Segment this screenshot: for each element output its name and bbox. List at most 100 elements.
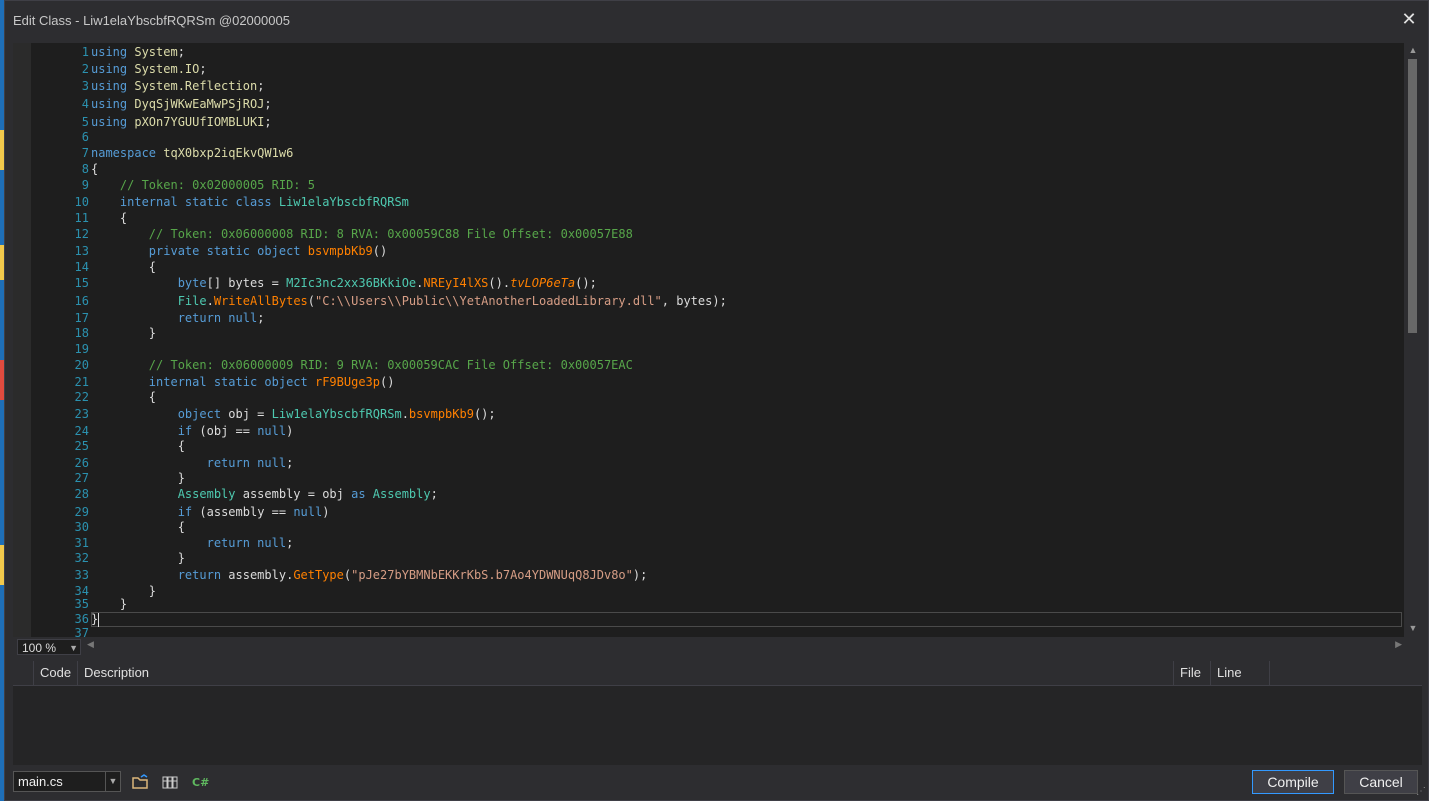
compile-button[interactable]: Compile <box>1252 770 1334 794</box>
code-line[interactable]: using System.Reflection; <box>91 78 264 95</box>
resize-grip-icon[interactable]: ⋰ <box>1416 786 1426 797</box>
line-number: 28 <box>74 487 89 501</box>
line-number: 1 <box>81 45 89 59</box>
code-area[interactable]: using System; using System.IO; using Syste… <box>91 43 1402 637</box>
line-number: 18 <box>74 326 89 340</box>
cancel-button[interactable]: Cancel <box>1344 770 1418 794</box>
code-line[interactable]: using DyqSjWKwEaMwPSjROJ; <box>91 96 272 113</box>
code-token: } <box>91 612 99 626</box>
code-line[interactable]: } <box>91 470 185 487</box>
code-line[interactable]: } <box>91 550 185 567</box>
csharp-icon[interactable]: C# <box>191 773 209 791</box>
code-token: { <box>91 162 99 176</box>
code-token: ; <box>264 115 272 129</box>
editor-status-bar: 100 % ▼ ◀ ▶ <box>13 637 1422 657</box>
code-token: using <box>91 45 135 59</box>
code-line[interactable]: private static object bsvmpbKb9() <box>91 243 387 260</box>
code-line[interactable]: { <box>91 161 98 178</box>
code-line[interactable]: byte[] bytes = M2Ic3nc2xx36BKkiOe.NREyI4… <box>91 275 597 292</box>
code-token: ; <box>177 45 185 59</box>
code-line[interactable]: internal static class Liw1elaYbscbfRQRSm <box>91 194 409 211</box>
code-line[interactable]: { <box>91 259 156 276</box>
code-line[interactable]: using System.IO; <box>91 61 207 78</box>
code-line[interactable]: } <box>91 611 100 628</box>
code-line[interactable]: File.WriteAllBytes("C:\\Users\\Public\\Y… <box>91 293 727 310</box>
code-line[interactable]: Assembly assembly = obj as Assembly; <box>91 486 438 503</box>
code-token: GetType <box>293 568 344 582</box>
code-line[interactable]: using pXOn7YGUUfIOMBLUKI; <box>91 114 272 131</box>
scroll-right-icon[interactable]: ▶ <box>1395 639 1402 650</box>
code-token: Assembly <box>177 487 243 501</box>
code-line[interactable]: { <box>91 438 185 455</box>
code-line[interactable]: using System; <box>91 44 185 61</box>
code-line[interactable]: // Token: 0x06000009 RID: 9 RVA: 0x00059… <box>91 357 633 374</box>
code-token: // Token: 0x06000009 RID: 9 RVA: 0x00059… <box>148 358 633 372</box>
line-number: 23 <box>74 407 89 421</box>
column-code[interactable]: Code <box>33 661 83 685</box>
dialog-footer: main.cs ▼ C# Compile Cancel ⋰ <box>5 767 1428 799</box>
chevron-down-icon: ▼ <box>105 772 120 791</box>
line-number: 13 <box>74 244 89 258</box>
code-line[interactable]: object obj = Liw1elaYbscbfRQRSm.bsvmpbKb… <box>91 406 496 423</box>
code-token: using <box>91 62 135 76</box>
code-token: ) <box>286 424 294 438</box>
chevron-down-icon: ▼ <box>69 643 78 653</box>
code-token: internal static object <box>148 375 315 389</box>
scroll-down-icon[interactable]: ▼ <box>1407 623 1419 633</box>
code-token: assembly. <box>228 568 294 582</box>
column-file[interactable]: File <box>1173 661 1210 685</box>
code-line[interactable]: // Token: 0x02000005 RID: 5 <box>91 177 315 194</box>
close-icon: ✕ <box>1401 9 1417 29</box>
title-bar: Edit Class - Liw1elaYbscbfRQRSm @0200000… <box>5 1 1428 39</box>
code-token: ; <box>199 62 207 76</box>
line-number: 14 <box>74 260 89 274</box>
line-number: 12 <box>74 227 89 241</box>
code-token: [] bytes = <box>206 276 287 290</box>
references-icon[interactable] <box>161 773 179 791</box>
code-token: using <box>91 115 135 129</box>
open-folder-icon[interactable] <box>131 773 149 791</box>
code-line[interactable]: { <box>91 389 156 406</box>
file-select[interactable]: main.cs ▼ <box>13 771 121 792</box>
code-line[interactable]: { <box>91 210 127 227</box>
code-token: bsvmpbKb9 <box>408 407 474 421</box>
current-line-highlight <box>91 612 1402 627</box>
column-description[interactable]: Description <box>77 661 1175 685</box>
code-token: ; <box>286 536 294 550</box>
line-number: 2 <box>81 62 89 76</box>
code-token: ) <box>322 505 330 519</box>
code-line[interactable]: } <box>91 325 156 342</box>
code-line[interactable]: return assembly.GetType("pJe27bYBMNbEKKr… <box>91 567 648 584</box>
column-line[interactable]: Line <box>1210 661 1270 685</box>
code-token: object <box>177 407 229 421</box>
code-line[interactable]: // Token: 0x06000008 RID: 8 RVA: 0x00059… <box>91 226 633 243</box>
code-line[interactable]: namespace tqX0bxp2iqEkvQW1w6 <box>91 145 293 162</box>
line-number: 30 <box>74 520 89 534</box>
code-token: assembly = obj <box>242 487 352 501</box>
horizontal-scrollbar[interactable]: ◀ ▶ <box>87 639 1402 653</box>
code-line[interactable]: { <box>91 519 185 536</box>
error-list: Code Description File Line <box>13 661 1422 765</box>
code-token: return null <box>206 536 287 550</box>
code-token: internal static class <box>119 195 279 209</box>
zoom-select[interactable]: 100 % ▼ <box>17 639 81 655</box>
code-editor[interactable]: 1 2 3 4 5 6 7 8 9 10 11 12 13 14 15 16 17 18 19 20 21 22 23 24 2… <box>13 43 1422 637</box>
line-number: 27 <box>74 471 89 485</box>
code-token: using <box>91 97 135 111</box>
scrollbar-thumb[interactable] <box>1408 59 1417 333</box>
close-button[interactable]: ✕ <box>1398 7 1420 31</box>
vertical-scrollbar[interactable]: ▲ ▼ <box>1404 43 1422 637</box>
scroll-up-icon[interactable]: ▲ <box>1407 45 1419 55</box>
line-number: 6 <box>81 130 89 144</box>
scroll-left-icon[interactable]: ◀ <box>87 639 94 650</box>
code-token: (); <box>473 407 496 421</box>
code-token: } <box>91 551 185 565</box>
line-number: 20 <box>74 358 89 372</box>
